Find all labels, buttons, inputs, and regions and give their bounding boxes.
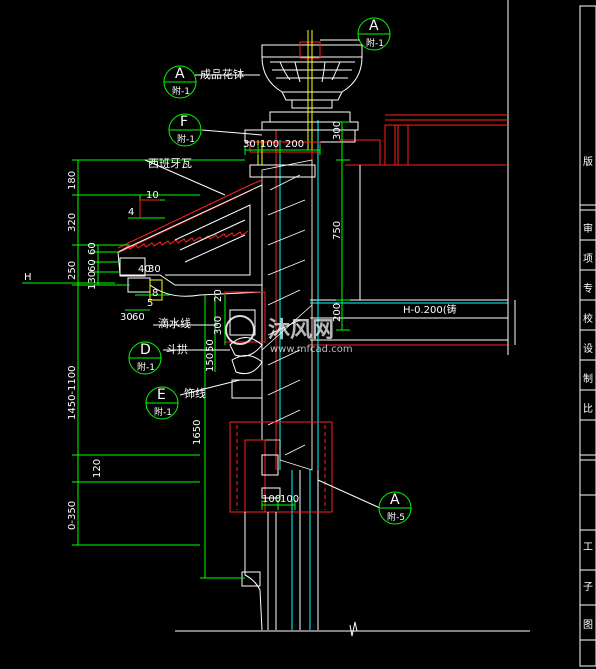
dim-eave-30: 30 xyxy=(148,264,161,275)
dim-mid-1650: 1650 xyxy=(192,420,203,445)
dim-small-5: 5 xyxy=(147,298,153,309)
dim-left-130: 130 xyxy=(87,271,98,290)
dim-mid-20: 20 xyxy=(213,289,224,302)
datum-h-label: H xyxy=(24,272,32,283)
spanish-tile-label: 西班牙瓦 xyxy=(148,157,192,170)
dim-left-1450: 1450-1100 xyxy=(67,365,78,420)
dim-bottom-100a: 100 xyxy=(262,494,281,505)
title-block-cell-0: 版 xyxy=(583,155,593,168)
callout-3-letter: D xyxy=(140,342,151,358)
callout-5-letter: A xyxy=(390,492,400,508)
dim-small-8: 8 xyxy=(152,288,158,299)
cad-drawing: 版 审 项 专 校 设 制 比 工 子 图 H-0.200(铸 A 附-1 A … xyxy=(0,0,596,669)
callout-0-letter: A xyxy=(369,18,379,34)
dim-top-30: 30 xyxy=(243,139,256,150)
title-block-cell-2: 项 xyxy=(583,253,593,265)
dim-left-120: 120 xyxy=(92,459,103,478)
title-block-cell-8: 工 xyxy=(583,542,593,553)
drip-line-label: 滴水线 xyxy=(158,316,191,330)
title-block-cell-6: 制 xyxy=(583,372,593,385)
dim-right-750: 750 xyxy=(332,221,343,240)
dim-bottom-100b: 100 xyxy=(280,494,299,505)
floor-level-label: H-0.200(铸 xyxy=(403,303,457,316)
dim-right-300: 300 xyxy=(332,121,343,140)
title-block-cell-10: 图 xyxy=(583,619,593,631)
title-block-cell-9: 子 xyxy=(583,581,593,593)
dim-left-250: 250 xyxy=(67,261,78,280)
bracket-label: 斗拱 xyxy=(166,342,188,356)
title-block-cell-4: 校 xyxy=(583,312,593,325)
callout-3-sheet: 附-1 xyxy=(137,361,155,373)
callout-4-sheet: 附-1 xyxy=(154,406,172,418)
callout-4-letter: E xyxy=(157,387,166,403)
dim-mid-300: 300 xyxy=(213,316,224,335)
dim-left-180: 180 xyxy=(67,171,78,190)
title-block-cell-1: 审 xyxy=(583,222,593,235)
dim-top-100: 100 xyxy=(260,139,279,150)
dim-left-60b: 60 xyxy=(87,259,98,272)
callout-1-letter: A xyxy=(175,66,185,82)
dim-eave-4: 4 xyxy=(128,207,134,218)
dim-left-0350: 0-350 xyxy=(67,501,78,530)
callout-0-sheet: 附-1 xyxy=(366,37,384,49)
dim-small-60: 60 xyxy=(132,312,145,323)
title-block-cell-5: 设 xyxy=(583,343,593,355)
dim-small-30: 30 xyxy=(120,312,133,323)
watermark-brand: 沐风网 xyxy=(268,318,334,343)
callout-2-sheet: 附-1 xyxy=(177,133,195,145)
callout-2-letter: F xyxy=(180,114,188,130)
title-block-cell-7: 比 xyxy=(583,403,593,415)
dim-mid-150: 150 xyxy=(205,353,216,372)
callout-1-sheet: 附-1 xyxy=(172,85,190,97)
molding-label: 饰线 xyxy=(184,386,206,400)
dim-top-200: 200 xyxy=(285,139,304,150)
callout-5-sheet: 附-5 xyxy=(387,511,405,523)
dim-left-320: 320 xyxy=(67,213,78,232)
title-block-cell-3: 专 xyxy=(583,282,593,295)
watermark-url: www.mfcad.com xyxy=(270,344,353,355)
dim-eave-10: 10 xyxy=(146,190,159,201)
dim-left-60: 60 xyxy=(87,242,98,255)
flower-bowl-label: 成品花钵 xyxy=(200,67,244,81)
dim-mid-50: 50 xyxy=(205,339,216,352)
